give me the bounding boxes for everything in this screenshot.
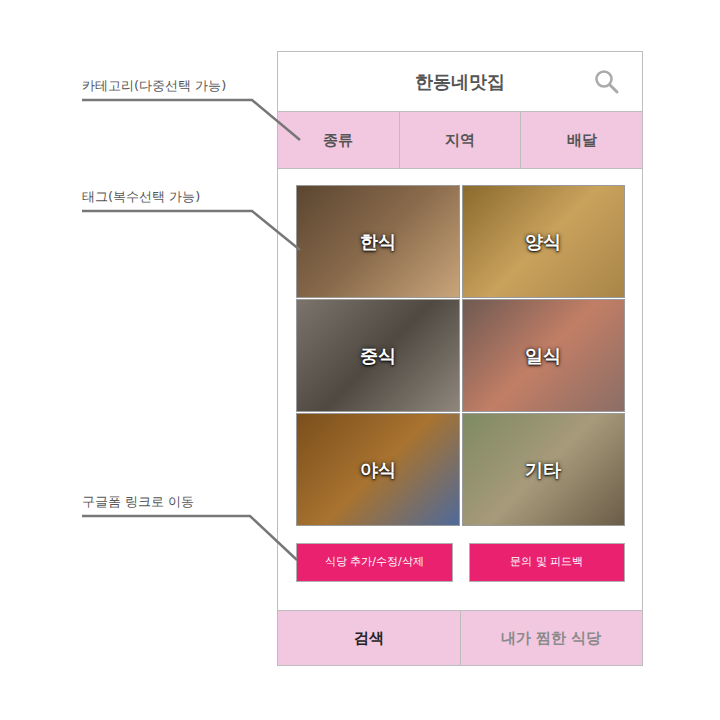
category-tab[interactable]: 배달 (521, 112, 642, 168)
app-header: 한동네맛집 (278, 52, 642, 112)
mockup-canvas: 한동네맛집종류지역배달한식 양식중식 일식야식 기타식당 추가/수정/삭제 문의 및 피… (0, 0, 720, 720)
tag-tile[interactable]: 양식 (462, 185, 626, 298)
callout-lines (0, 0, 720, 720)
app-title: 한동네맛집 (415, 68, 505, 95)
tag-label: 일식 (525, 342, 561, 369)
nav-tab[interactable]: 내가 찜한 식당 (460, 611, 643, 665)
tag-label: 양식 (525, 228, 561, 255)
tag-tile[interactable]: 기타 (462, 413, 626, 526)
annotation-label: 구글폼 링크로 이동 (82, 494, 194, 510)
nav-tab[interactable]: 검색 (278, 611, 460, 665)
tag-label: 한식 (360, 228, 396, 255)
category-tab[interactable]: 지역 (400, 112, 522, 168)
search-button[interactable] (594, 69, 620, 95)
action-buttons: 식당 추가/수정/삭제 문의 및 피드백 (296, 543, 625, 582)
search-icon[interactable] (594, 69, 620, 95)
link-button[interactable]: 문의 및 피드백 (469, 543, 626, 582)
phone-screen: 한동네맛집종류지역배달한식 양식중식 일식야식 기타식당 추가/수정/삭제 문의 및 피… (277, 51, 643, 666)
category-bar: 종류지역배달 (278, 112, 642, 169)
link-button[interactable]: 식당 추가/수정/삭제 (296, 543, 453, 582)
tag-tile[interactable]: 중식 (296, 299, 460, 412)
tag-label: 야식 (360, 456, 396, 483)
tag-tile[interactable]: 한식 (296, 185, 460, 298)
tag-tile[interactable]: 야식 (296, 413, 460, 526)
tag-label: 기타 (525, 456, 561, 483)
annotation-label: 카테고리(다중선택 가능) (82, 78, 226, 94)
tag-label: 중식 (360, 342, 396, 369)
category-tab[interactable]: 종류 (278, 112, 400, 168)
tag-tile[interactable]: 일식 (462, 299, 626, 412)
annotation-label: 태그(복수선택 가능) (82, 189, 200, 205)
bottom-nav: 검색내가 찜한 식당 (278, 610, 642, 665)
tag-grid: 한식 양식중식 일식야식 기타 (296, 185, 625, 526)
